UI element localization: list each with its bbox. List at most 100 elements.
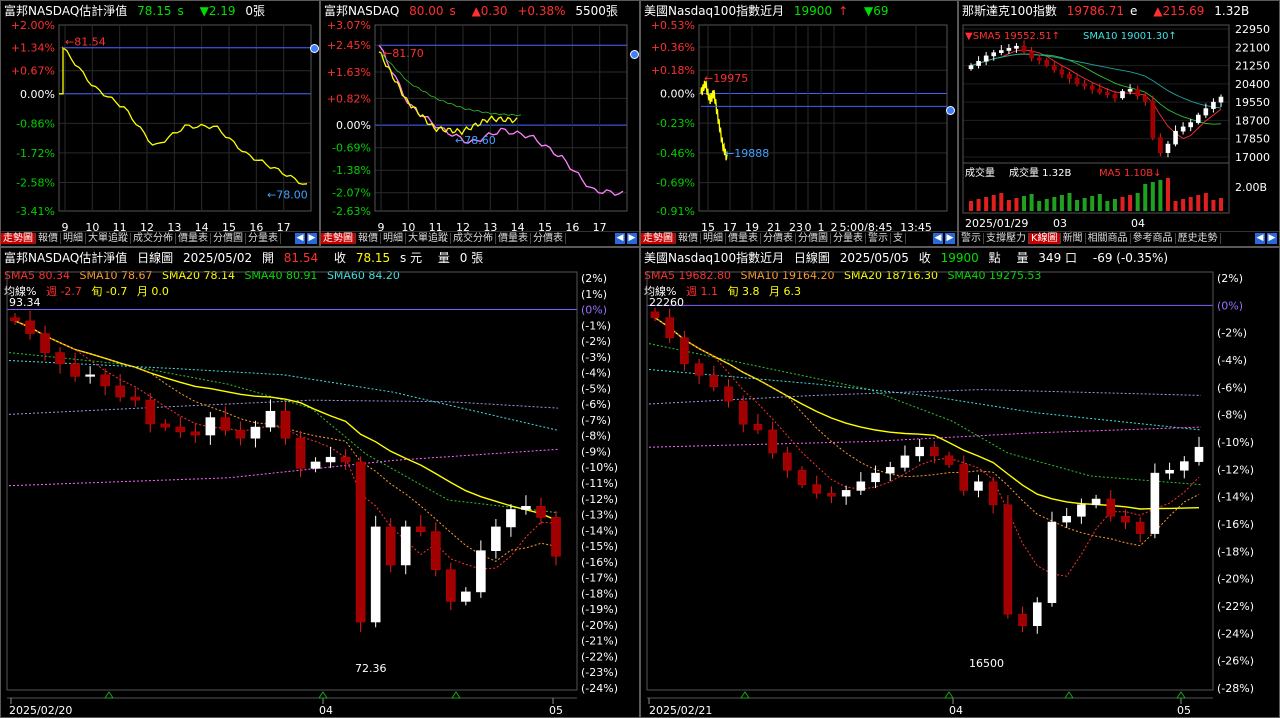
candle-up [900, 455, 910, 468]
tab-5[interactable]: 參考商品 [1130, 233, 1176, 244]
candle-down [680, 337, 689, 365]
candle-down [753, 423, 763, 431]
tab-2[interactable]: K線圖 [1029, 233, 1061, 244]
y-tick-label: +0.53% [651, 19, 695, 32]
candle-down [295, 437, 306, 469]
volume-bar [969, 201, 973, 211]
tab-8[interactable]: 支 [891, 233, 906, 244]
pct-tick-label: (-14%) [581, 524, 618, 537]
tab-7[interactable]: 分量表 [246, 233, 281, 244]
tab-4[interactable]: 成交分佈 [451, 233, 496, 244]
candle-down [797, 469, 807, 485]
candle-down [1135, 521, 1145, 534]
tab-7[interactable]: 警示 [866, 233, 891, 244]
daily-kline-chart-5[interactable]: (2%) (1%) (0%) (-1%) (-2%) (-3%) (-4%) (-5%) (-6… [1, 248, 640, 718]
intraday-chart-2[interactable]: +3.07% +2.45% +1.63% +0.82% 0.00% -0.69% -1.38… [321, 1, 640, 247]
pct-tick-label: (-12%) [1217, 463, 1254, 476]
tab-6[interactable]: 分價表 [531, 233, 566, 244]
y-tick-label: 18700 [1235, 114, 1270, 127]
candle-down [115, 385, 125, 398]
tab-2[interactable]: 明細 [701, 233, 726, 244]
tab-3[interactable]: 新聞 [1060, 233, 1086, 244]
x-tick-label: 03 [1053, 217, 1067, 230]
tab-1[interactable]: 報價 [676, 233, 701, 244]
tab-4[interactable]: 相關商品 [1085, 233, 1131, 244]
tab-6[interactable]: 分價圖 [211, 233, 246, 244]
scroll-left-icon[interactable]: ◀ [295, 233, 305, 244]
tab-1[interactable]: 報價 [356, 233, 381, 244]
volume-bar [1090, 196, 1095, 211]
candle-down [1003, 504, 1013, 615]
candle-up [1047, 521, 1057, 603]
y-tick-label: 20400 [1235, 78, 1270, 91]
tab-1[interactable]: 支撐壓力 [984, 233, 1029, 244]
index-kline-panel: 那斯達克100指數 19786.71 e ▲215.69 1.32B 22950 2… [958, 0, 1280, 247]
candle-down [694, 363, 704, 376]
tab-6[interactable]: 分量表 [831, 233, 866, 244]
intraday-chart-3[interactable]: +0.53% +0.36% +0.18% 0.00% -0.23% -0.46% -0.69… [641, 1, 958, 247]
tab-2[interactable]: 明細 [61, 233, 86, 244]
volume-bar [1181, 199, 1186, 211]
scroll-left-icon[interactable]: ◀ [933, 233, 943, 244]
tab-4[interactable]: 成交分佈 [131, 233, 176, 244]
tab-3[interactable]: 大單追蹤 [406, 233, 451, 244]
pct-tick-label: (-24%) [581, 682, 618, 695]
tab-5[interactable]: 價量表 [496, 233, 531, 244]
tab-5[interactable]: 分價圖 [796, 233, 831, 244]
tab-5[interactable]: 價量表 [176, 233, 211, 244]
tab-0[interactable]: 走勢圖 [1, 233, 36, 244]
price-cursor-icon[interactable] [946, 106, 955, 115]
price-cursor-icon[interactable] [310, 44, 319, 53]
pct-tick-label: (-20%) [1217, 573, 1254, 586]
tab-0[interactable]: 走勢圖 [641, 233, 676, 244]
pct-tick-label: (-8%) [581, 430, 611, 443]
candle-up [1173, 130, 1178, 145]
candle-down [100, 374, 110, 387]
volume-bar [1128, 195, 1133, 211]
pct-tick-label: (-16%) [581, 556, 618, 569]
signal-triangle-icon [104, 691, 114, 699]
y-tick-label: -0.23% [656, 117, 695, 130]
y-tick-label: +0.18% [651, 64, 695, 77]
y-tick-label: +0.82% [327, 92, 371, 105]
tab-6[interactable]: 歷史走勢 [1175, 233, 1221, 244]
tab-0[interactable]: 警示 [959, 233, 984, 244]
scroll-right-icon[interactable]: ▶ [307, 233, 317, 244]
tab-3[interactable]: 大單追蹤 [86, 233, 131, 244]
sma240-line [8, 448, 559, 487]
scroll-left-icon[interactable]: ◀ [1255, 233, 1265, 244]
price-cursor-icon[interactable] [630, 50, 639, 59]
panel-tabs: 走勢圖 報價 明細 大單追蹤 成交分佈 價量表 分價圖 分量表 ◀ ▶ [1, 231, 319, 246]
tab-3[interactable]: 價量表 [726, 233, 761, 244]
tab-1[interactable]: 報價 [36, 233, 61, 244]
intraday-chart-1[interactable]: +2.00% +1.34% +0.67% 0.00% -0.86% -1.72% -2.58… [1, 1, 320, 247]
candle-down [1029, 51, 1034, 59]
scroll-right-icon[interactable]: ▶ [1267, 233, 1277, 244]
scroll-right-icon[interactable]: ▶ [945, 233, 955, 244]
intraday-panel-futures: 美國Nasdaq100指數近月 19900 ↑ ▼69 +0.53% +0.36% +… [640, 0, 958, 247]
x-tick-label: 2025/02/20 [9, 704, 72, 717]
tab-2[interactable]: 明細 [381, 233, 406, 244]
sma5-line [654, 317, 1200, 577]
y-tick-label: +2.45% [327, 39, 371, 52]
candle-up [250, 426, 261, 439]
candle-down [1018, 613, 1027, 627]
kline-chart-4[interactable]: 22950 22100 21250 20400 19550 18700 17850 17000… [959, 1, 1280, 247]
volume-bar [999, 193, 1004, 211]
sma10-label: SMA10 19001.30↑ [1083, 31, 1177, 42]
low-label: 72.36 [355, 662, 387, 675]
signal-triangle-icon [740, 691, 750, 699]
candle-down [220, 417, 231, 431]
tab-0[interactable]: 走勢圖 [321, 233, 356, 244]
volume-bar [1014, 198, 1019, 211]
scroll-right-icon[interactable]: ▶ [627, 233, 637, 244]
pct-tick-label: (-10%) [1217, 436, 1254, 449]
scroll-left-icon[interactable]: ◀ [615, 233, 625, 244]
sma20-line [970, 53, 1222, 109]
volume-bar [1120, 197, 1125, 211]
low-label: 16500 [969, 657, 1004, 670]
tab-4[interactable]: 分價表 [761, 233, 796, 244]
candle-down [1067, 73, 1072, 79]
x-tick-label: 05 [1177, 704, 1191, 717]
daily-kline-chart-6[interactable]: (2%) (0%) (-2%) (-4%) (-6%) (-8%) (-10%) (-12%)… [641, 248, 1280, 718]
